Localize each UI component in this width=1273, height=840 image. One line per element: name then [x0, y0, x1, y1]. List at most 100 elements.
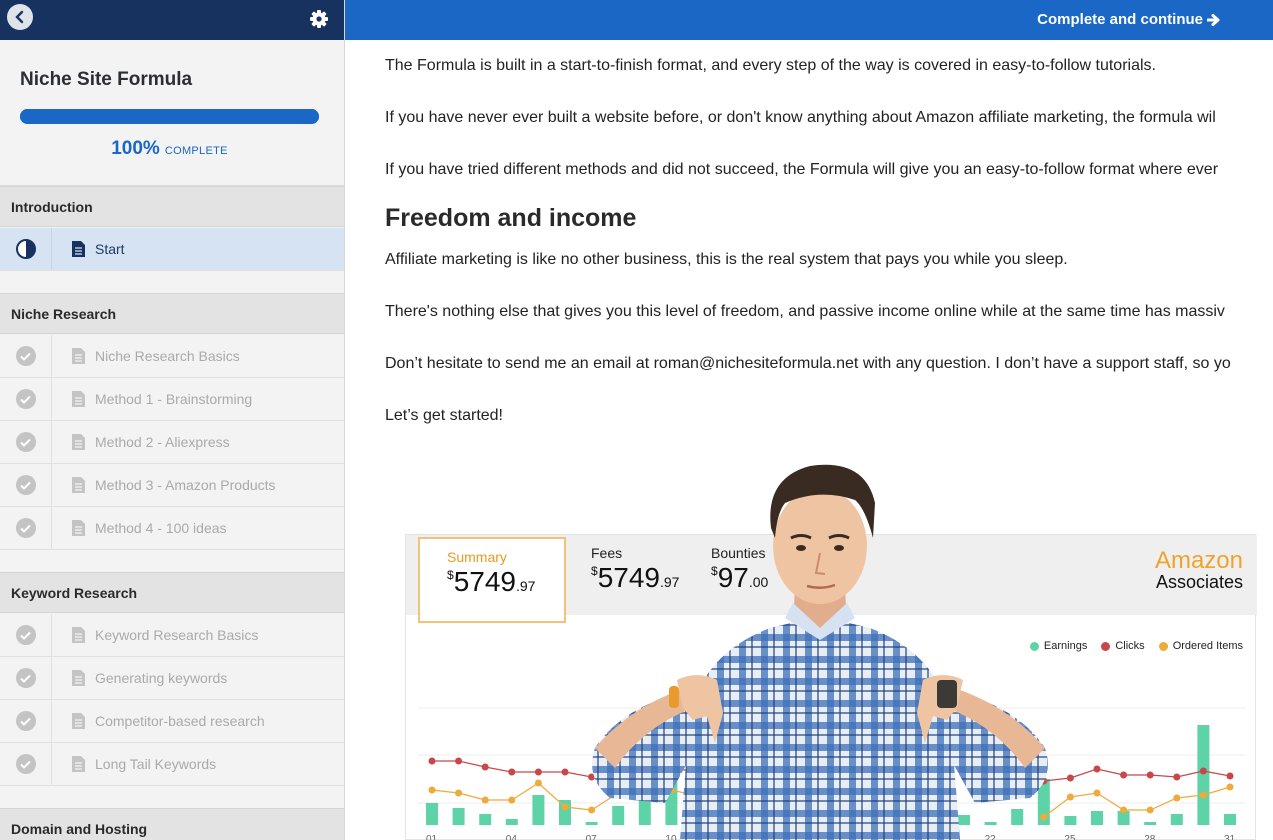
document-icon: [72, 670, 85, 686]
document-icon: [72, 520, 85, 536]
summary-value: $5749.97: [447, 566, 564, 598]
progress-bar: [20, 109, 319, 124]
lesson-label: Keyword Research Basics: [95, 627, 259, 643]
paragraph: Don’t hesitate to send me an email at ro…: [385, 355, 1231, 372]
progress-percent: 100%: [111, 138, 160, 159]
document-icon: [72, 434, 85, 450]
clicks-point: [534, 768, 542, 776]
clicks-point: [1093, 765, 1101, 773]
continue-label: Complete and continue: [1037, 11, 1203, 28]
complete-label: COMPLETE: [164, 145, 228, 157]
complete-continue-button[interactable]: Complete and continue: [1037, 0, 1221, 40]
earnings-bar: [1144, 822, 1157, 825]
earnings-bar: [505, 819, 518, 825]
ordered-items-point: [428, 786, 436, 794]
earnings-bar: [1224, 814, 1236, 825]
app-window: Niche Site Formula 100% COMPLETE Introduc…: [0, 0, 1273, 840]
check-icon: [15, 432, 36, 452]
clicks-point: [508, 768, 516, 776]
check-icon: [15, 754, 36, 774]
lesson-method-1[interactable]: Method 1 - Brainstorming: [0, 378, 344, 421]
document-icon: [72, 713, 85, 729]
sidebar-toolbar: [0, 0, 344, 40]
ordered-items-point: [1066, 793, 1074, 801]
lesson-start[interactable]: Start: [0, 228, 344, 271]
lesson-label: Competitor-based research: [95, 713, 265, 729]
paragraph: Affiliate marketing is like no other bus…: [385, 251, 1068, 268]
section-header-introduction: Introduction: [0, 186, 344, 227]
lesson-content: The Formula is built in a start-to-finis…: [345, 40, 1273, 840]
check-icon: [15, 475, 36, 495]
back-button[interactable]: [7, 4, 33, 30]
earnings-bar: [1064, 816, 1077, 825]
logo-line-1: Amazon: [1154, 547, 1243, 574]
x-tick-label: 25: [1064, 834, 1076, 840]
document-icon: [72, 756, 85, 772]
earnings-bar: [1091, 811, 1103, 825]
lesson-status: [0, 335, 52, 377]
document-icon: [72, 477, 85, 493]
clicks-point: [1120, 771, 1128, 779]
clicks-point: [455, 757, 463, 765]
ordered-items-point: [534, 779, 542, 787]
lesson-status: [0, 507, 52, 549]
check-icon: [15, 389, 36, 409]
lesson-status: [0, 700, 52, 742]
lesson-competitor-research[interactable]: Competitor-based research: [0, 700, 344, 743]
lesson-status: [0, 464, 52, 506]
earnings-bar: [426, 803, 438, 825]
ordered-items-point: [1093, 789, 1101, 797]
document-icon: [72, 391, 85, 407]
earnings-bar: [532, 795, 545, 825]
lesson-label: Start: [95, 241, 125, 257]
clicks-point: [481, 763, 489, 771]
earnings-bar: [452, 808, 465, 825]
lesson-method-2[interactable]: Method 2 - Aliexpress: [0, 421, 344, 464]
logo-line-2: Associates: [1155, 572, 1243, 592]
legend-ordered: Ordered Items: [1158, 640, 1243, 652]
section-header-niche-research: Niche Research: [0, 293, 344, 334]
earnings-bar: [1170, 814, 1183, 825]
ordered-items-point: [1146, 806, 1154, 814]
progress-fill: [20, 109, 319, 124]
ordered-items-point: [561, 803, 569, 811]
check-icon: [15, 711, 36, 731]
lesson-keyword-research-basics[interactable]: Keyword Research Basics: [0, 614, 344, 657]
lesson-status: [0, 657, 52, 699]
lesson-status: [0, 228, 52, 270]
clicks-point: [1173, 773, 1181, 781]
settings-button[interactable]: [308, 8, 330, 30]
value-cents: .97: [515, 578, 536, 594]
document-icon: [72, 241, 85, 257]
clicks-point: [561, 768, 569, 776]
legend-label: Ordered Items: [1172, 640, 1243, 652]
legend-label: Clicks: [1115, 640, 1145, 652]
lesson-method-4[interactable]: Method 4 - 100 ideas: [0, 507, 344, 550]
summary-label: Summary: [447, 549, 507, 565]
amazon-associates-logo: Amazon Associates: [1154, 547, 1243, 592]
ordered-items-point: [508, 796, 516, 804]
paragraph: If you have tried different methods and …: [385, 161, 1219, 178]
chevron-left-icon: [15, 10, 24, 24]
arrow-right-icon: [1207, 14, 1220, 26]
lesson-status: [0, 743, 52, 785]
check-icon: [15, 625, 36, 645]
ordered-items-point: [481, 796, 489, 804]
check-icon: [15, 518, 36, 538]
ordered-items-point: [1226, 783, 1234, 791]
lesson-label: Long Tail Keywords: [95, 756, 217, 772]
lesson-niche-research-basics[interactable]: Niche Research Basics: [0, 335, 344, 378]
in-progress-icon: [15, 239, 36, 259]
paragraph: The Formula is built in a start-to-finis…: [385, 57, 1156, 74]
clicks-point: [1146, 771, 1154, 779]
value-main: 5749: [453, 566, 516, 597]
earnings-bar: [479, 814, 492, 825]
lesson-long-tail-keywords[interactable]: Long Tail Keywords: [0, 743, 344, 786]
clicks-point: [1066, 774, 1074, 782]
lesson-label: Method 2 - Aliexpress: [95, 434, 230, 450]
section-heading: Freedom and income: [385, 204, 637, 232]
lesson-generating-keywords[interactable]: Generating keywords: [0, 657, 344, 700]
x-tick-label: 04: [506, 834, 518, 840]
lesson-label: Method 3 - Amazon Products: [95, 477, 276, 493]
lesson-method-3[interactable]: Method 3 - Amazon Products: [0, 464, 344, 507]
